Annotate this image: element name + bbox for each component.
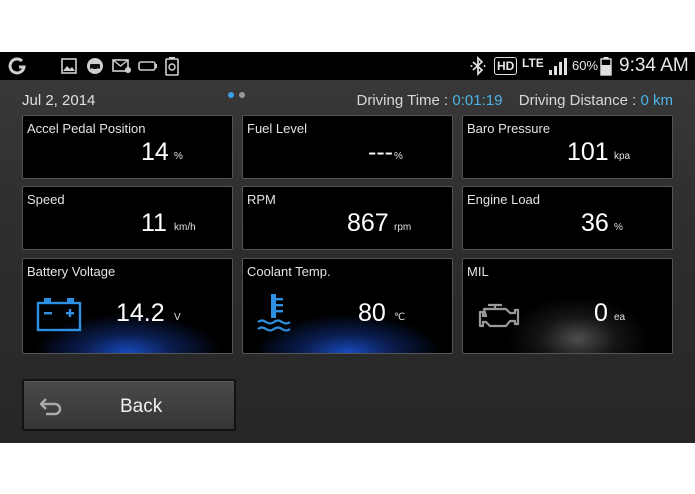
hd-icon: HD	[494, 57, 518, 75]
car-icon	[86, 56, 104, 76]
app-g-icon	[8, 56, 26, 76]
tile-unit: %	[174, 151, 183, 162]
battery-percent: 60%	[572, 58, 599, 73]
back-button[interactable]: Back	[22, 379, 236, 431]
tile-baro-pressure[interactable]: Baro Pressure 101 kpa	[462, 115, 673, 179]
tile-unit: km/h	[174, 222, 196, 233]
battery-icon	[600, 56, 612, 76]
car-battery-icon	[36, 296, 82, 337]
battery-outline-icon	[138, 56, 158, 76]
tile-value: 0	[594, 299, 608, 327]
tile-label: Battery Voltage	[27, 264, 116, 279]
tile-label: RPM	[247, 192, 276, 207]
tile-unit: ea	[614, 312, 626, 323]
tile-label: Baro Pressure	[467, 121, 551, 136]
tile-accel-pedal-position[interactable]: Accel Pedal Position 14 %	[22, 115, 233, 179]
tile-mil[interactable]: MIL 0 ea	[462, 258, 673, 354]
tile-fuel-level[interactable]: Fuel Level --- %	[242, 115, 453, 179]
app-screen: HD LTE 60% 9:34 AM Jul 2, 2014 Driving T…	[0, 52, 695, 443]
check-engine-icon	[475, 301, 525, 336]
lte-icon: LTE	[522, 56, 544, 70]
driving-time-value: 0:01:19	[452, 92, 503, 109]
tile-label: Accel Pedal Position	[27, 121, 146, 136]
driving-distance-value: 0 km	[640, 92, 673, 109]
tile-coolant-temp[interactable]: Coolant Temp. 80 ℃	[242, 258, 453, 354]
tile-label: Coolant Temp.	[247, 264, 331, 279]
status-bar: HD LTE 60% 9:34 AM	[0, 52, 695, 80]
tile-value: ---	[368, 138, 393, 166]
tile-value: 14	[141, 138, 169, 166]
tile-unit: %	[394, 151, 403, 162]
tile-unit: rpm	[394, 222, 412, 233]
tile-value: 101	[567, 138, 609, 166]
tile-unit: V	[174, 312, 181, 323]
date-label: Jul 2, 2014	[22, 92, 96, 109]
back-button-label: Back	[120, 396, 163, 417]
back-arrow-icon	[38, 395, 64, 422]
tile-battery-voltage[interactable]: Battery Voltage 14.2 V	[22, 258, 233, 354]
recycle-battery-icon	[164, 56, 180, 76]
tile-value: 36	[581, 209, 609, 237]
page-dot	[239, 92, 245, 98]
page-indicator[interactable]	[228, 92, 245, 98]
image-icon	[60, 56, 78, 76]
tile-value: 14.2	[116, 299, 165, 327]
tile-unit: %	[614, 222, 623, 233]
coolant-temperature-icon	[256, 292, 292, 339]
tile-unit: ℃	[394, 312, 406, 323]
driving-time-label: Driving Time :	[356, 92, 453, 109]
email-icon	[112, 56, 132, 76]
tile-label: MIL	[467, 264, 489, 279]
tile-unit: kpa	[614, 151, 631, 162]
tile-speed[interactable]: Speed 11 km/h	[22, 186, 233, 250]
bluetooth-icon	[470, 56, 486, 76]
tile-value: 867	[347, 209, 389, 237]
tile-engine-load[interactable]: Engine Load 36 %	[462, 186, 673, 250]
tile-label: Speed	[27, 192, 65, 207]
page-dot-active	[228, 92, 234, 98]
tile-label: Engine Load	[467, 192, 541, 207]
trip-info: Driving Time : 0:01:19 Driving Distance …	[357, 92, 673, 109]
signal-icon	[548, 56, 570, 76]
driving-distance-label: Driving Distance :	[518, 92, 641, 109]
clock: 9:34 AM	[619, 55, 689, 76]
tile-value: 11	[141, 209, 167, 237]
tile-label: Fuel Level	[247, 121, 307, 136]
tile-value: 80	[358, 299, 386, 327]
tile-rpm[interactable]: RPM 867 rpm	[242, 186, 453, 250]
